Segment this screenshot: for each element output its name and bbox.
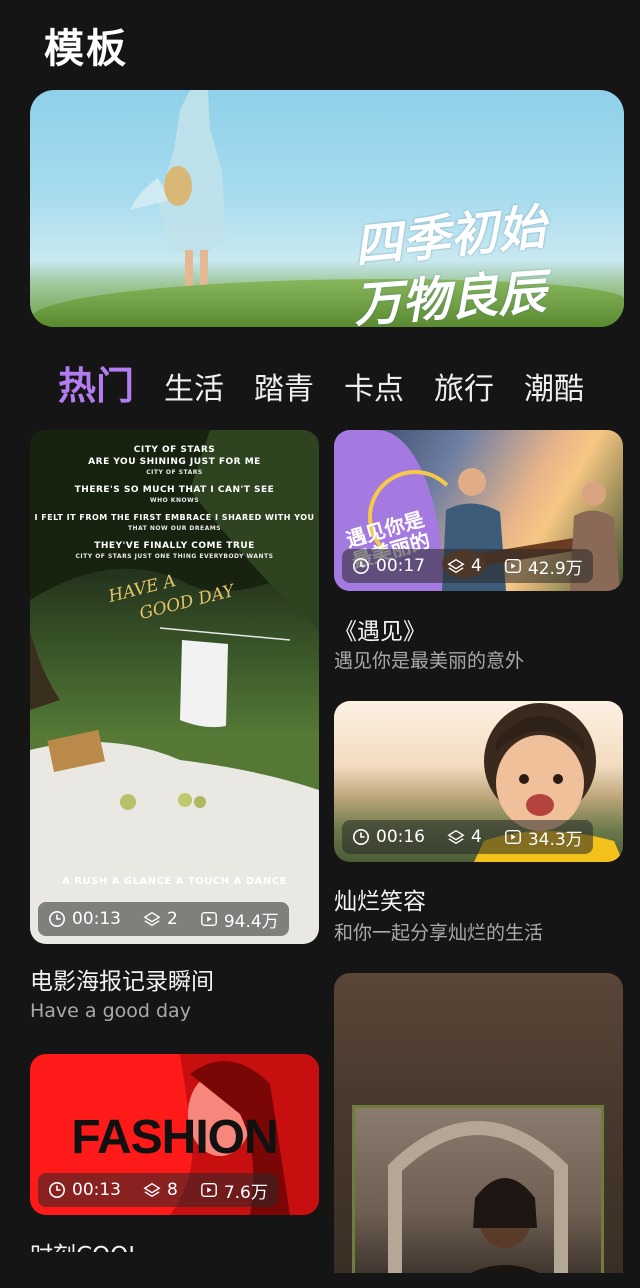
clock-icon (48, 1181, 66, 1199)
card-meta: 00:17 4 42.9万 (342, 549, 593, 583)
usage-icon (200, 911, 217, 927)
tab-life[interactable]: 生活 (164, 364, 224, 405)
layer-count: 4 (471, 556, 482, 576)
layer-count: 4 (471, 827, 482, 847)
tab-beat-sync[interactable]: 卡点 (344, 364, 404, 405)
layers-icon (143, 911, 161, 927)
usage-count: 34.3万 (527, 829, 583, 850)
lyric-line: CITY OF STARS (146, 469, 203, 476)
card-title[interactable]: 灿烂笑容 (334, 882, 426, 916)
usage-count: 7.6万 (223, 1182, 268, 1203)
card-meta: 00:13 8 7.6万 (38, 1173, 278, 1207)
card-subtitle: Have a good day (30, 1000, 191, 1022)
lyric-line: THEY'VE FINALLY COME TRUE (94, 541, 255, 551)
page-title: 模板 (44, 26, 128, 72)
photo-frame (352, 1105, 604, 1273)
lyric-line: WHO KNOWS (149, 497, 200, 504)
template-card-encounter[interactable]: 遇见你是最美丽的 00:17 4 42.9万 (334, 430, 623, 591)
category-tabs: 热门 生活 踏青 卡点 旅行 潮酷 (58, 355, 640, 405)
usage-icon (504, 829, 521, 845)
layers-icon (447, 829, 465, 845)
duration: 00:17 (376, 556, 425, 576)
card-title[interactable]: 《遇见》 (334, 612, 426, 646)
usage-count: 94.4万 (223, 911, 279, 932)
layers-icon (447, 558, 465, 574)
usage-icon (200, 1182, 217, 1198)
lyric-line: THAT NOW OUR DREAMS (127, 525, 222, 532)
banner-slogan: 四季初始 万物良辰 (300, 199, 600, 327)
usage-count: 42.9万 (527, 558, 583, 579)
tab-travel[interactable]: 旅行 (434, 364, 494, 405)
template-card-arch[interactable] (334, 973, 623, 1273)
lyric-line: I FELT IT FROM THE FIRST EMBRACE I SHARE… (34, 513, 315, 522)
layer-count: 8 (167, 1180, 178, 1200)
duration: 00:16 (376, 827, 425, 847)
template-card-fashion[interactable]: FASHION 00:13 8 7.6万 (30, 1054, 319, 1215)
card-subtitle: 和你一起分享灿烂的生活 (334, 922, 544, 944)
lyric-line: CITY OF STARS (133, 445, 216, 455)
tab-trendy[interactable]: 潮酷 (524, 364, 584, 405)
card-meta: 00:13 2 94.4万 (38, 902, 289, 936)
duration: 00:13 (72, 909, 121, 929)
clock-icon (48, 910, 66, 928)
layer-count: 2 (167, 909, 178, 929)
card-title[interactable]: 电影海报记录瞬间 (30, 962, 214, 996)
clock-icon (352, 828, 370, 846)
card-title[interactable]: 时刻COOL (30, 1236, 141, 1252)
fashion-word: FASHION (71, 1111, 278, 1164)
promo-banner[interactable]: 四季初始 万物良辰 (30, 90, 624, 327)
layers-icon (143, 1182, 161, 1198)
tab-outing[interactable]: 踏青 (254, 364, 314, 405)
card-subtitle: 遇见你是最美丽的意外 (334, 650, 525, 672)
woman-arch-scene (388, 1121, 568, 1273)
poster-lyrics: CITY OF STARS ARE YOU SHINING JUST FOR M… (30, 444, 319, 561)
lyric-line: THERE'S SO MUCH THAT I CAN'T SEE (74, 485, 275, 495)
tab-hot[interactable]: 热门 (58, 355, 134, 405)
lyric-line: ARE YOU SHINING JUST FOR ME (88, 457, 261, 467)
template-card-movie-poster[interactable]: CITY OF STARS ARE YOU SHINING JUST FOR M… (30, 430, 319, 944)
template-card-bright-smile[interactable]: 00:16 4 34.3万 (334, 701, 623, 862)
lyric-line: CITY OF STARS JUST ONE THING EVERYBODY W… (75, 553, 274, 560)
duration: 00:13 (72, 1180, 121, 1200)
card-meta: 00:16 4 34.3万 (342, 820, 593, 854)
usage-icon (504, 558, 521, 574)
clock-icon (352, 557, 370, 575)
poster-bottom-line: A RUSH A GLANCE A TOUCH A DANCE (62, 876, 287, 887)
